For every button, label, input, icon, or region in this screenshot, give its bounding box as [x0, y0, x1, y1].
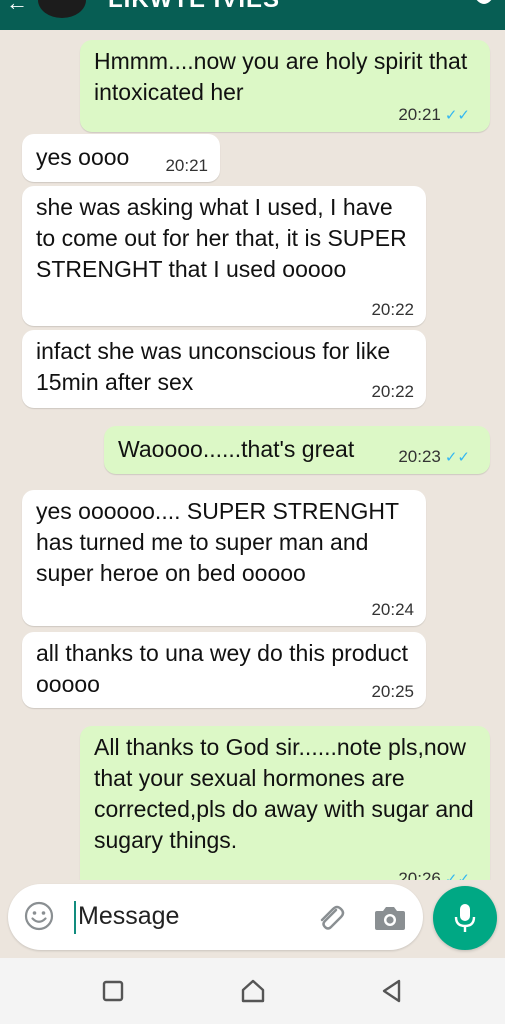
message-text: infact she was unconscious for like 15mi… [36, 338, 391, 395]
emoji-icon[interactable] [24, 901, 54, 931]
contact-name[interactable]: LIKWTE IVIES [108, 0, 280, 14]
message-list[interactable]: Hmmm....now you are holy spirit that int… [0, 30, 505, 880]
contact-avatar[interactable] [38, 0, 86, 18]
message-bubble-incoming[interactable]: yes oooo 20:21 [22, 134, 220, 182]
message-time: 20:23 ✓✓ [398, 447, 470, 466]
message-text: yes oooooo.... SUPER STRENGHT has turned… [36, 498, 399, 586]
message-bubble-incoming[interactable]: yes oooooo.... SUPER STRENGHT has turned… [22, 490, 426, 626]
read-ticks-icon: ✓✓ [444, 871, 470, 880]
message-time: 20:22 [371, 382, 414, 401]
read-ticks-icon: ✓✓ [444, 449, 470, 466]
message-text: Hmmm....now you are holy spirit that int… [94, 48, 468, 105]
message-time: 20:22 [371, 300, 414, 319]
back-triangle-icon[interactable] [379, 978, 405, 1004]
message-time: 20:25 [371, 682, 414, 701]
message-composer[interactable]: Message [8, 884, 423, 950]
text-cursor [74, 901, 76, 934]
message-bubble-incoming[interactable]: she was asking what I used, I have to co… [22, 186, 426, 326]
message-bubble-outgoing[interactable]: Waoooo......that's great 20:23 ✓✓ [104, 426, 490, 474]
mic-icon [454, 904, 476, 932]
message-bubble-incoming[interactable]: infact she was unconscious for like 15mi… [22, 330, 426, 408]
square-recents-icon[interactable] [100, 978, 126, 1004]
back-arrow-icon[interactable]: ← [6, 0, 28, 16]
home-icon[interactable] [240, 978, 266, 1004]
message-bubble-incoming[interactable]: all thanks to una wey do this product oo… [22, 632, 426, 708]
read-ticks-icon: ✓✓ [444, 107, 470, 124]
message-bubble-outgoing[interactable]: All thanks to God sir......note pls,now … [80, 726, 490, 880]
camera-icon[interactable] [374, 904, 406, 932]
call-icon[interactable] [471, 0, 497, 12]
message-time: 20:26 ✓✓ [398, 869, 470, 880]
message-time: 20:21 [165, 156, 208, 175]
message-text: yes oooo [36, 144, 130, 170]
chat-header: ← LIKWTE IVIES [0, 0, 505, 30]
message-text: she was asking what I used, I have to co… [36, 194, 407, 282]
system-navigation-bar [0, 958, 505, 1024]
message-input[interactable]: Message [78, 902, 179, 931]
message-text: All thanks to God sir......note pls,now … [94, 734, 474, 853]
message-text: all thanks to una wey do this product oo… [36, 640, 409, 697]
mic-button[interactable] [433, 886, 497, 950]
message-time: 20:24 [371, 600, 414, 619]
message-time: 20:21 ✓✓ [398, 105, 470, 124]
message-bubble-outgoing[interactable]: Hmmm....now you are holy spirit that int… [80, 40, 490, 132]
paperclip-icon[interactable] [314, 902, 346, 934]
message-text: Waoooo......that's great [118, 436, 355, 462]
